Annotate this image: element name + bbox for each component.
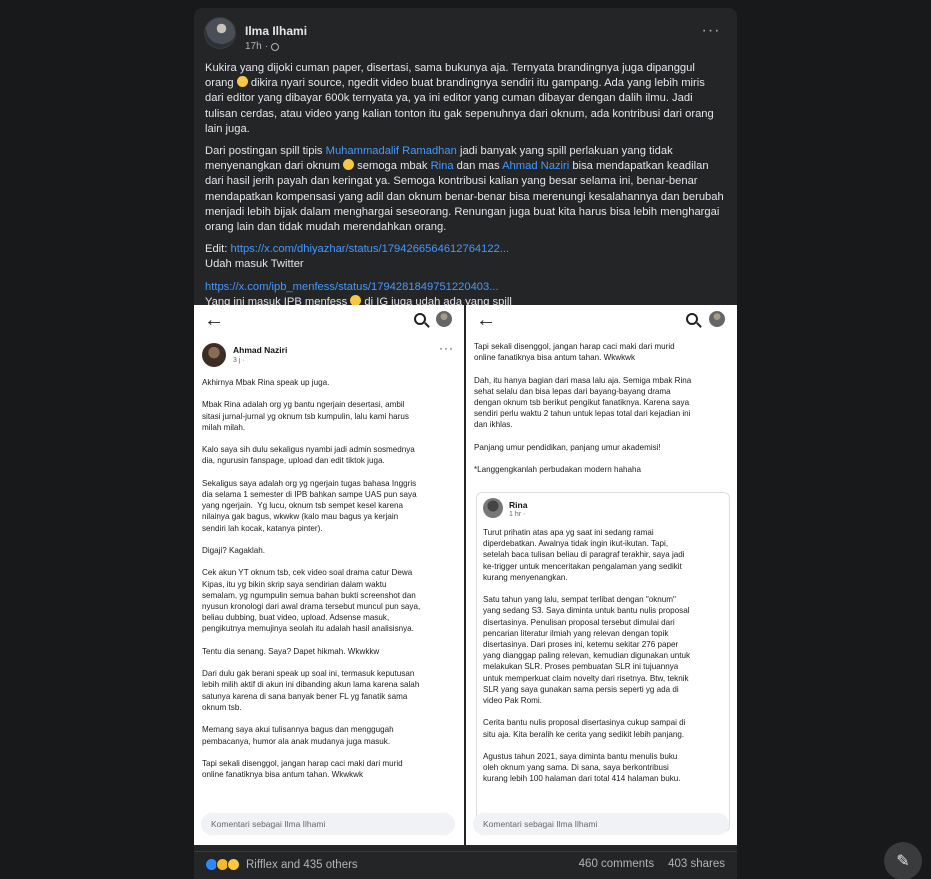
mention-ahmad-naziri[interactable]: Ahmad Naziri (502, 160, 569, 172)
more-horizontal-icon: ··· (439, 341, 454, 355)
mention-rina[interactable]: Rina (431, 160, 454, 172)
screenshot-topbar: ← (194, 305, 464, 335)
reactions-summary[interactable]: Rifflex and 435 others (205, 858, 358, 871)
shared-post-author: Rina (509, 500, 528, 510)
shared-post-card: Rina 1 hr · Turut prihatin atas apa yg s… (476, 492, 730, 832)
profile-avatar-icon (436, 311, 452, 327)
post-footer: Rifflex and 435 others 460 comments 403 … (194, 851, 737, 879)
shares-count[interactable]: 403 shares (668, 858, 725, 870)
ipb-link[interactable]: https://x.com/ipb_menfess/status/1794281… (205, 281, 499, 293)
author-name[interactable]: Ilma Ilhami (245, 24, 307, 38)
screenshot-author-name: Ahmad Naziri (233, 345, 288, 355)
shared-post-meta: 1 hr · (509, 511, 526, 518)
comment-input: Komentari sebagai Ilma Ilhami (201, 813, 455, 835)
comments-count[interactable]: 460 comments (579, 858, 654, 870)
post-body: Kukira yang dijoki cuman paper, disertas… (205, 61, 725, 310)
smile-emoji-icon (343, 159, 355, 171)
grinning-sweat-emoji-icon (236, 76, 248, 88)
post-meta: 17h · (245, 41, 280, 52)
profile-avatar-icon (709, 311, 725, 327)
post-images[interactable]: ← Ahmad Naziri 3 j · ··· Akhirnya Mbak R… (194, 305, 737, 845)
edit-link[interactable]: https://x.com/dhiyazhar/status/179426656… (231, 243, 510, 255)
post-stats: 460 comments 403 shares (579, 858, 725, 870)
avatar (202, 343, 226, 367)
avatar (483, 498, 503, 518)
compose-button[interactable]: ✎ (884, 842, 922, 879)
reactions-label[interactable]: Rifflex and 435 others (246, 859, 358, 871)
wow-reaction-icon (227, 858, 240, 871)
post-paragraph-1: Kukira yang dijoki cuman paper, disertas… (205, 62, 714, 135)
screenshot-right-text: Tapi sekali disenggol, jangan harap caci… (474, 342, 692, 475)
screenshot-topbar: ← (466, 305, 737, 335)
mention-muhammadalif[interactable]: Muhammadalif Ramadhan (326, 145, 457, 157)
globe-icon (271, 42, 280, 51)
post-links: Edit: https://x.com/dhiyazhar/status/179… (205, 242, 725, 310)
post-time[interactable]: 17h (245, 41, 262, 52)
screenshot-meta: 3 j · (233, 357, 245, 364)
author-avatar[interactable] (204, 17, 236, 49)
post-header: Ilma Ilhami 17h · ··· (204, 17, 724, 53)
back-arrow-icon: ← (476, 309, 496, 331)
shared-post-text: Turut prihatin atas apa yg saat ini seda… (483, 528, 690, 784)
screenshot-left-text: Akhirnya Mbak Rina speak up juga. Mbak R… (202, 378, 421, 780)
search-icon (686, 313, 698, 325)
screenshot-left[interactable]: ← Ahmad Naziri 3 j · ··· Akhirnya Mbak R… (194, 305, 464, 845)
more-options-button[interactable]: ··· (698, 23, 724, 43)
search-icon (414, 313, 426, 325)
post-paragraph-2: Dari postingan spill tipis Muhammadalif … (205, 145, 724, 234)
compose-icon: ✎ (896, 853, 910, 870)
comment-input: Komentari sebagai Ilma Ilhami (473, 813, 729, 835)
post-card: Ilma Ilhami 17h · ··· Kukira yang dijoki… (194, 8, 737, 879)
twitter-line: Udah masuk Twitter (205, 258, 304, 271)
screenshot-right[interactable]: ← Tapi sekali disenggol, jangan harap ca… (466, 305, 737, 845)
back-arrow-icon: ← (204, 309, 224, 331)
